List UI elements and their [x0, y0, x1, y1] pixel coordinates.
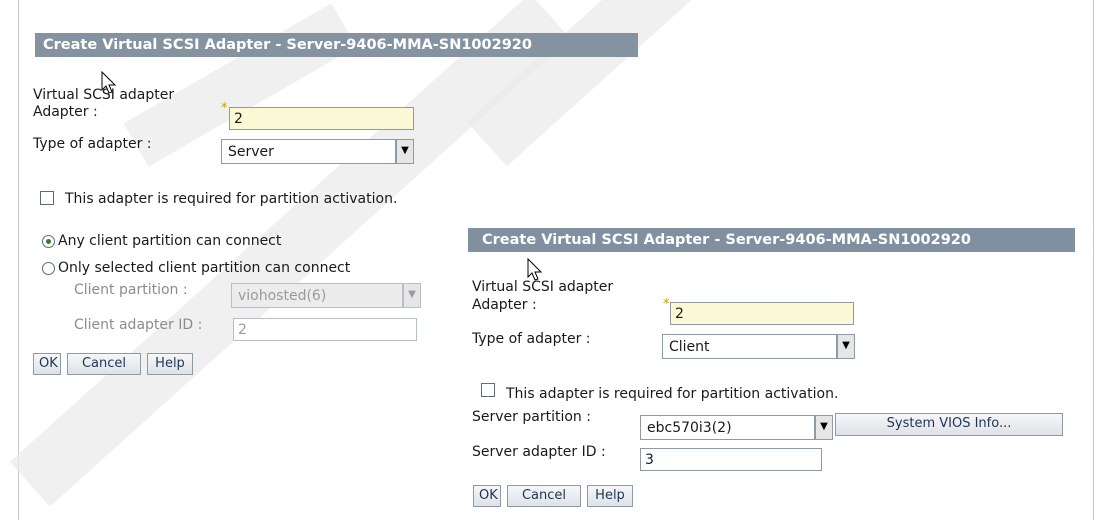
activation-checkbox[interactable] [481, 383, 495, 397]
type-of-adapter-select[interactable]: Client ▼ [662, 334, 855, 359]
server-adapter-id-input[interactable]: 3 [640, 448, 822, 471]
type-of-adapter-label: Type of adapter : [472, 331, 591, 347]
server-partition-select[interactable]: ebc570i3(2) ▼ [640, 415, 833, 440]
required-asterisk: * [663, 297, 670, 312]
ok-button[interactable]: OK [473, 485, 501, 507]
client-adapter-dialog: Create Virtual SCSI Adapter - Server-940… [0, 0, 1100, 520]
dialog-title: Create Virtual SCSI Adapter - Server-940… [468, 228, 1075, 252]
mouse-pointer-icon [527, 258, 543, 281]
server-adapter-id-label: Server adapter ID : [472, 444, 606, 460]
adapter-label: Adapter : [472, 297, 537, 313]
help-button[interactable]: Help [587, 485, 633, 507]
system-vios-info-button[interactable]: System VIOS Info... [835, 413, 1063, 436]
server-partition-label: Server partition : [472, 409, 591, 425]
cancel-button[interactable]: Cancel [507, 485, 581, 507]
type-of-adapter-value: Client [662, 334, 837, 359]
chevron-down-icon[interactable]: ▼ [837, 334, 855, 359]
server-partition-value: ebc570i3(2) [640, 415, 815, 440]
adapter-id-input[interactable]: 2 [670, 302, 854, 325]
activation-checkbox-label: This adapter is required for partition a… [506, 386, 839, 402]
chevron-down-icon[interactable]: ▼ [815, 415, 833, 440]
